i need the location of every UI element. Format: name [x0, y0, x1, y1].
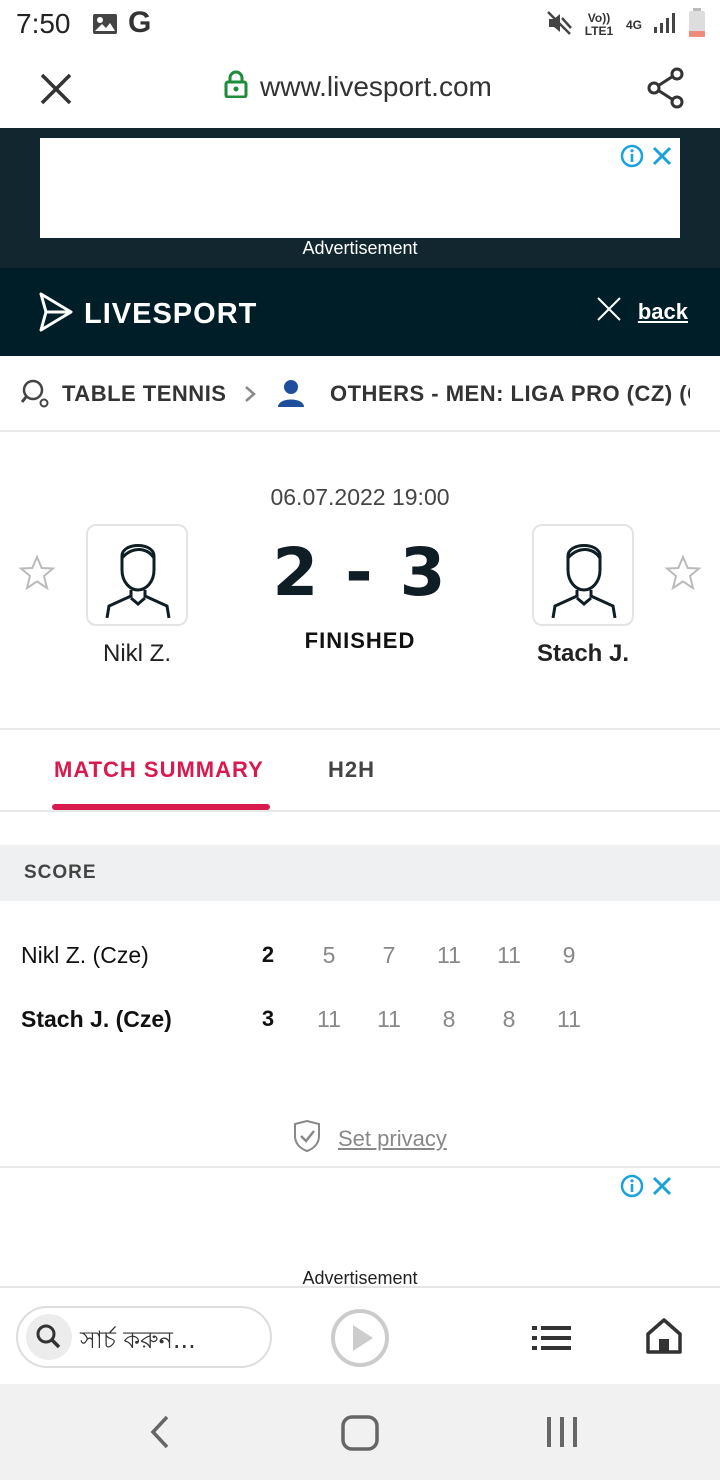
row-set-score: 11	[377, 1006, 401, 1032]
browser-bottom-bar: সার্চ করুন...	[0, 1286, 720, 1384]
tab-h2h[interactable]: H2H	[328, 757, 375, 783]
livesport-logo[interactable]: LIVESPORT	[38, 292, 257, 337]
table-row: Nikl Z. (Cze) 2 5 7 11 11 9	[0, 936, 720, 976]
ad-info-icon[interactable]	[620, 144, 644, 173]
network-text: Vo)) LTE1	[584, 11, 614, 38]
ad-close-icon[interactable]	[650, 1174, 674, 1203]
breadcrumb-league[interactable]: OTHERS - MEN: LIGA PRO (CZ) (C	[330, 381, 690, 407]
back-icon[interactable]	[148, 1414, 172, 1455]
browser-toolbar: www.livesport.com	[0, 52, 720, 128]
close-icon	[596, 296, 622, 327]
status-bar: 7:50 G Vo)) LTE1 4G	[0, 0, 720, 52]
row-set-score: 5	[322, 942, 336, 968]
away-player-avatar[interactable]	[532, 524, 634, 626]
back-link[interactable]: back	[596, 296, 688, 327]
row-set-score: 11	[557, 1006, 581, 1032]
score-section-header: SCORE	[0, 845, 720, 901]
ad-banner[interactable]	[40, 138, 680, 238]
person-icon	[276, 378, 306, 413]
lock-icon	[224, 70, 248, 103]
row-total-score: 2	[261, 942, 275, 967]
signal-icon	[652, 11, 678, 40]
network-type: 4G	[625, 17, 642, 32]
home-button-icon[interactable]	[340, 1414, 380, 1457]
status-icons: Vo)) LTE1 4G	[546, 7, 706, 43]
row-set-score: 11	[437, 942, 461, 968]
search-icon	[26, 1314, 72, 1360]
favorite-star-icon[interactable]	[664, 554, 702, 597]
favorite-star-icon[interactable]	[18, 554, 56, 597]
play-icon[interactable]	[330, 1308, 390, 1373]
table-row: Stach J. (Cze) 3 11 11 8 8 11	[0, 1000, 720, 1040]
share-icon[interactable]	[646, 66, 686, 115]
battery-icon	[688, 7, 706, 43]
score-heading: SCORE	[24, 862, 97, 883]
search-placeholder: সার্চ করুন...	[80, 1326, 196, 1354]
home-player-name[interactable]: Nikl Z.	[37, 640, 237, 668]
home-player-avatar[interactable]	[86, 524, 188, 626]
bottom-advertisement[interactable]: Advertisement	[0, 1168, 720, 1288]
top-advertisement: Advertisement	[0, 128, 720, 268]
away-player-name[interactable]: Stach J.	[483, 640, 683, 668]
row-set-score: 11	[317, 1006, 341, 1032]
breadcrumb-sport[interactable]: TABLE TENNIS	[62, 381, 226, 407]
row-set-score: 8	[502, 1006, 516, 1032]
ad-controls	[620, 144, 674, 173]
set-privacy-label: Set privacy	[338, 1125, 447, 1151]
ad-info-icon[interactable]	[620, 1174, 644, 1203]
mute-icon	[546, 10, 572, 41]
row-player-name: Nikl Z. (Cze)	[21, 942, 149, 968]
tab-match-summary[interactable]: MATCH SUMMARY	[54, 757, 264, 783]
row-total-score: 3	[261, 1006, 275, 1031]
search-input[interactable]: সার্চ করুন...	[16, 1306, 272, 1368]
home-icon[interactable]	[644, 1316, 684, 1361]
url-display[interactable]: www.livesport.com	[224, 70, 492, 103]
ad-controls	[620, 1174, 674, 1203]
row-player-name: Stach J. (Cze)	[21, 1006, 172, 1032]
table-tennis-icon	[20, 378, 50, 413]
google-icon: G	[128, 6, 152, 39]
match-status: FINISHED	[304, 628, 416, 653]
row-set-score: 7	[382, 942, 396, 968]
row-set-score: 8	[442, 1006, 456, 1032]
url-text: www.livesport.com	[260, 70, 492, 102]
match-date: 06.07.2022 19:00	[270, 484, 450, 510]
chevron-right-icon	[242, 383, 258, 410]
ad-close-icon[interactable]	[650, 144, 674, 173]
row-set-score: 9	[562, 942, 576, 968]
system-nav-bar	[0, 1384, 720, 1480]
match-score: 2 - 3	[272, 534, 448, 611]
back-label: back	[637, 298, 688, 324]
breadcrumb: TABLE TENNIS OTHERS - MEN: LIGA PRO (CZ)…	[0, 356, 720, 432]
recent-apps-icon[interactable]	[544, 1414, 580, 1455]
menu-list-icon[interactable]	[532, 1324, 572, 1357]
livesport-logo-icon	[38, 292, 74, 337]
active-tab-indicator	[52, 804, 270, 810]
livesport-logo-text: LIVESPORT	[84, 298, 258, 330]
status-time: 7:50	[16, 8, 71, 39]
row-set-score: 11	[497, 942, 521, 968]
shield-check-icon	[292, 1119, 322, 1157]
close-icon[interactable]	[36, 69, 76, 109]
site-header: LIVESPORT back	[0, 268, 720, 356]
match-tabs: MATCH SUMMARY H2H	[0, 732, 720, 812]
ad-label: Advertisement	[302, 238, 418, 258]
match-header: 06.07.2022 19:00 Nikl Z. 2 - 3 FINISHED …	[0, 434, 720, 730]
set-privacy-link[interactable]: Set privacy	[292, 1119, 447, 1157]
gallery-icon	[92, 12, 118, 41]
